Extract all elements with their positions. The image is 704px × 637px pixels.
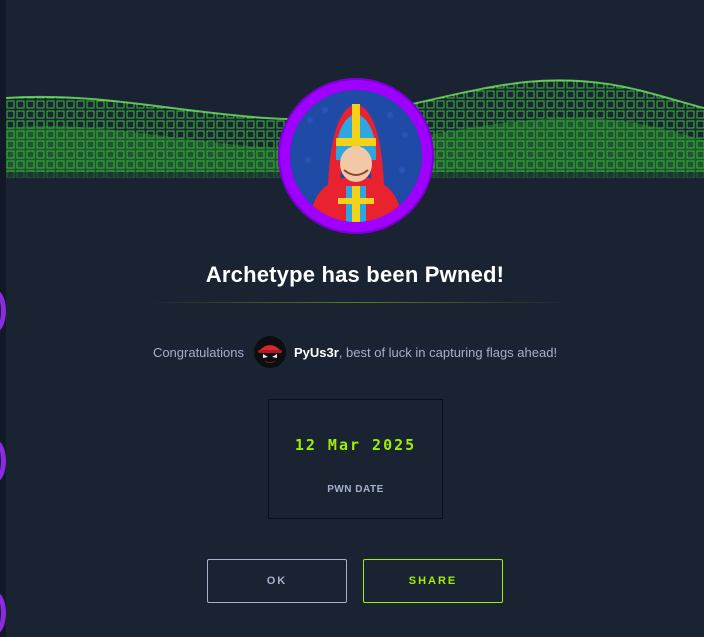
pwned-modal: Archetype has been Pwned! Congratulation… — [6, 0, 704, 637]
title-divider — [145, 302, 569, 303]
red-hat-hacker-icon[interactable] — [254, 336, 286, 368]
page: Archetype has been Pwned! Congratulation… — [0, 0, 704, 637]
pwn-date-card: 12 Mar 2025 PWN DATE — [268, 399, 443, 519]
machine-avatar — [278, 78, 434, 234]
ok-button[interactable]: OK — [207, 559, 347, 603]
hooded-hero-icon — [290, 90, 422, 222]
congrats-line: Congratulations PyUs3r , best of luck in… — [6, 336, 704, 368]
congrats-prefix: Congratulations — [152, 344, 244, 360]
pwn-date-label: PWN DATE — [327, 484, 384, 495]
congrats-suffix: , best of luck in capturing flags ahead! — [338, 344, 558, 360]
pwned-title: Archetype has been Pwned! — [205, 262, 505, 287]
share-button[interactable]: SHARE — [363, 559, 503, 603]
pwn-date-value: 12 Mar 2025 — [294, 436, 417, 454]
username-link[interactable]: PyUs3r — [294, 345, 339, 360]
